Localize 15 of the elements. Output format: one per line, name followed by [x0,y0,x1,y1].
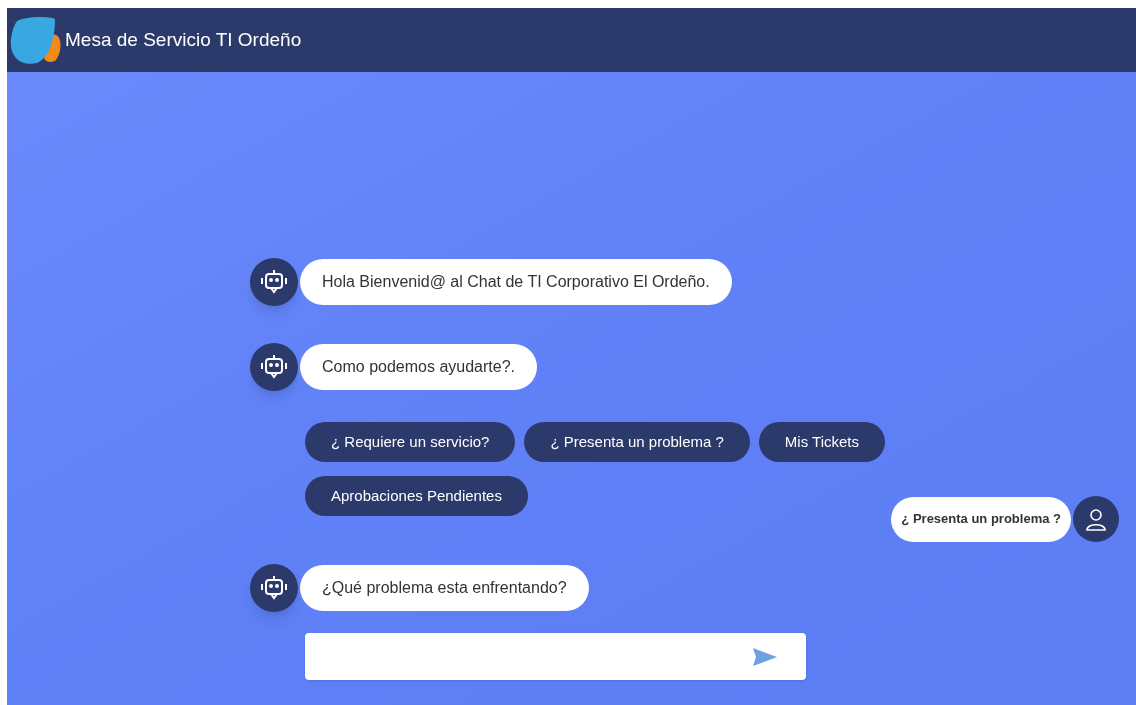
option-button[interactable]: Mis Tickets [758,422,886,462]
message-input[interactable] [305,633,806,680]
bot-message: Como podemos ayudarte?. [300,344,537,390]
option-button[interactable]: ¿ Presenta un problema ? [524,422,750,462]
send-icon[interactable] [752,646,778,667]
bot-avatar-icon [250,564,298,612]
bot-avatar-icon [250,343,298,391]
user-message: ¿ Presenta un problema ? [891,496,1071,542]
bot-message: ¿Qué problema esta enfrentando? [300,565,589,611]
bot-avatar-icon [250,258,298,306]
bot-message: Hola Bienvenid@ al Chat de TI Corporativo El Ordeño. [300,259,732,305]
option-button[interactable]: Aprobaciones Pendientes [305,476,528,516]
user-avatar-icon [1073,496,1119,542]
app-title: Mesa de Servicio TI Ordeño [65,27,302,52]
option-button[interactable]: ¿ Requiere un servicio? [305,422,516,462]
